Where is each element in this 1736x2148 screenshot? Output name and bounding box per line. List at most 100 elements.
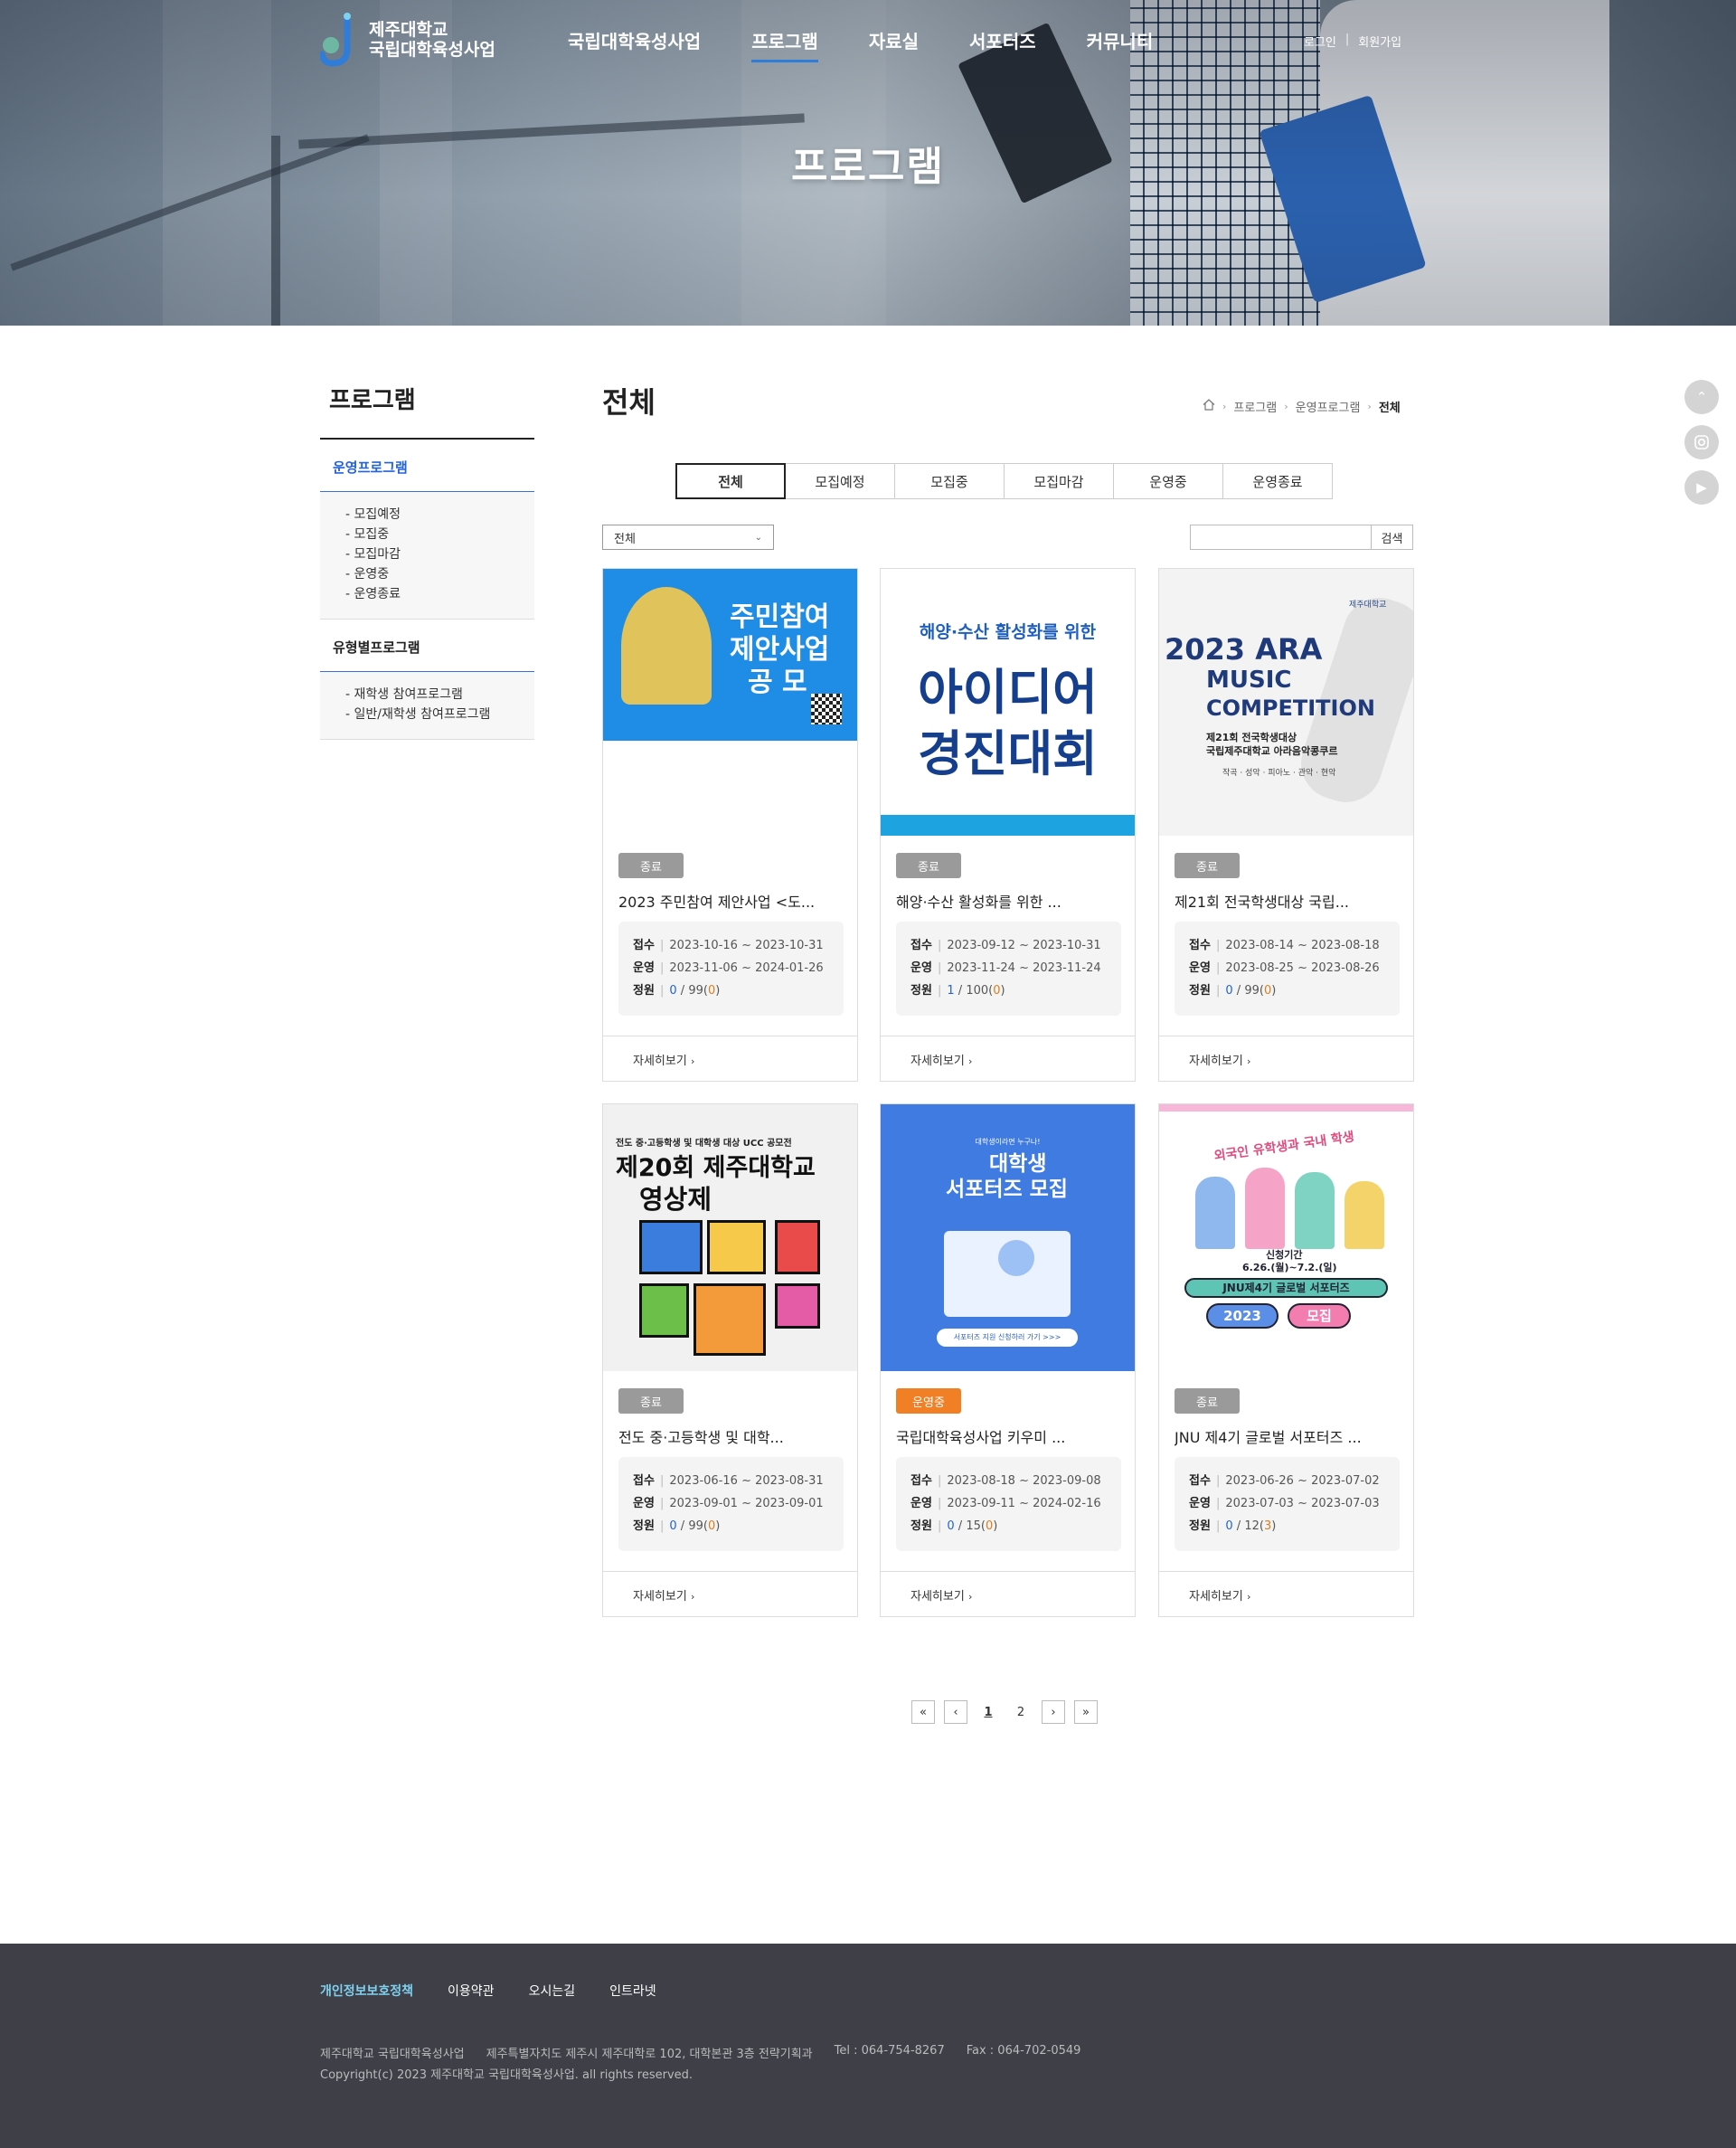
sidebar-subitem-general[interactable]: 일반/재학생 참여프로그램 [345,705,509,724]
quota-current: 0 [1225,984,1233,998]
instagram-icon[interactable] [1684,425,1719,459]
sidebar-nav: 운영프로그램 모집예정 모집중 모집마감 운영중 운영종료 유형별프로그램 재학… [320,438,534,740]
quota-current: 0 [669,1519,677,1533]
program-poster-image[interactable]: 대학생이라면 누구나! 대학생 서포터즈 모집 서포터즈 지원 신청하러 가기 … [881,1104,1135,1371]
sidebar-item-operation-program[interactable]: 운영프로그램 [320,440,534,492]
site-logo[interactable]: 제주대학교 국립대학육성사업 [318,11,495,69]
sidebar-item-type-program[interactable]: 유형별프로그램 [320,620,534,672]
program-title[interactable]: 해양·수산 활성화를 위한 ... [896,890,1122,912]
footer-address: 제주특별자치도 제주시 제주대학로 102, 대학본관 3층 전략기획과 [486,2048,813,2061]
tab-running[interactable]: 운영중 [1113,463,1223,499]
hero-title: 프로그램 [791,144,945,190]
signup-link[interactable]: 회원가입 [1358,33,1401,50]
more-link[interactable]: 자세히보기 › [881,1571,1135,1616]
util-menu: 로그인 | 회원가입 [1304,33,1401,50]
program-card[interactable]: 전도 중·고등학생 및 대학생 대상 UCC 공모전 제20회 제주대학교 영상… [602,1103,858,1617]
pagination-next-button[interactable]: › [1042,1700,1065,1724]
youtube-icon[interactable]: ▶ [1684,470,1719,505]
program-title[interactable]: JNU 제4기 글로벌 서포터즈 ... [1175,1425,1401,1447]
footer-link-privacy[interactable]: 개인정보보호정책 [320,1982,413,2000]
poster-subtitle: 해양·수산 활성화를 위한 [919,622,1097,642]
breadcrumb-item[interactable]: 프로그램 [1233,398,1277,415]
breadcrumb-item[interactable]: 운영프로그램 [1296,398,1361,415]
pagination-first-button[interactable]: « [911,1700,935,1724]
program-poster-image[interactable]: 해양·수산 활성화를 위한 아이디어 경진대회 [881,569,1135,836]
quick-menu: ⌃ ▶ [1684,380,1719,505]
receipt-label: 접수 [1189,1474,1211,1488]
footer-link-terms[interactable]: 이용약관 [448,1982,495,2000]
main-nav: 국립대학육성사업 프로그램 자료실 서포터즈 커뮤니티 [568,27,1153,62]
sidebar-subitem-closed[interactable]: 모집마감 [345,544,509,564]
program-card[interactable]: 대학생이라면 누구나! 대학생 서포터즈 모집 서포터즈 지원 신청하러 가기 … [880,1103,1136,1617]
program-poster-image[interactable]: 전도 중·고등학생 및 대학생 대상 UCC 공모전 제20회 제주대학교 영상… [603,1104,857,1371]
status-badge: 종료 [896,853,961,878]
receipt-label: 접수 [633,1474,655,1488]
tab-all[interactable]: 전체 [675,463,786,499]
sidebar-subitem-recruiting[interactable]: 모집중 [345,525,509,544]
pagination-prev-button[interactable]: ‹ [944,1700,967,1724]
sidebar-subitem-student[interactable]: 재학생 참여프로그램 [345,685,509,705]
program-title[interactable]: 국립대학육성사업 키우미 ... [896,1425,1122,1447]
more-link[interactable]: 자세히보기 › [1159,1036,1413,1081]
pagination-page-1[interactable]: 1 [976,1700,1000,1724]
quota-max: 12 [1244,1519,1260,1533]
chevron-right-icon: › [690,1591,695,1603]
program-title[interactable]: 전도 중·고등학생 및 대학... [618,1425,844,1447]
more-link[interactable]: 자세히보기 › [1159,1571,1413,1616]
receipt-period: 2023-09-12 ~ 2023-10-31 [947,939,1101,952]
more-link[interactable]: 자세히보기 › [603,1036,857,1081]
filter-select[interactable]: 전체 ⌄ [602,525,774,550]
nav-item-project[interactable]: 국립대학육성사업 [568,27,701,62]
login-link[interactable]: 로그인 [1304,33,1336,50]
more-label: 자세히보기 [633,1590,687,1604]
footer-link-directions[interactable]: 오시는길 [529,1982,576,2000]
program-poster-image[interactable]: 주민참여 제안사업 공 모 [603,569,857,836]
chevron-right-icon: › [1222,401,1227,412]
poster-title: 모집 [1288,1303,1351,1329]
quota-max: 99 [688,1519,703,1533]
program-title[interactable]: 제21회 전국학생대상 국립... [1175,890,1401,912]
nav-item-community[interactable]: 커뮤니티 [1087,27,1154,62]
more-link[interactable]: 자세히보기 › [881,1036,1135,1081]
program-card[interactable]: 제주대학교 2023 ARA MUSIC COMPETITION 제21회 전국… [1158,568,1414,1082]
nav-item-supporters[interactable]: 서포터즈 [969,27,1036,62]
scroll-top-icon[interactable]: ⌃ [1684,380,1719,414]
logo-line2: 국립대학육성사업 [369,40,495,60]
nav-item-program[interactable]: 프로그램 [751,27,818,62]
more-label: 자세히보기 [1189,1590,1243,1604]
nav-item-archive[interactable]: 자료실 [869,27,919,62]
search-button[interactable]: 검색 [1372,525,1413,550]
program-card[interactable]: 외국인 유학생과 국내 학생 신청기간 6.26.(월)~7.2.(일) JNU… [1158,1103,1414,1617]
more-label: 자세히보기 [910,1590,965,1604]
quota-max: 15 [966,1519,981,1533]
pagination-page-2[interactable]: 2 [1009,1700,1033,1724]
operate-period: 2023-07-03 ~ 2023-07-03 [1225,1497,1380,1510]
sidebar-subitem-running[interactable]: 운영중 [345,564,509,584]
hero-banner: 제주대학교 국립대학육성사업 국립대학육성사업 프로그램 자료실 서포터즈 커뮤… [0,0,1736,326]
poster-title: JNU제4기 글로벌 서포터즈 [1184,1278,1388,1298]
tab-closed[interactable]: 모집마감 [1004,463,1114,499]
program-card[interactable]: 주민참여 제안사업 공 모 종료 2023 주민참여 제안사업 <도... 접수… [602,568,858,1082]
program-poster-image[interactable]: 제주대학교 2023 ARA MUSIC COMPETITION 제21회 전국… [1159,569,1413,836]
poster-subtitle: 국립제주대학교 아라음악콩쿠르 [1206,745,1338,757]
status-badge: 종료 [618,1388,684,1414]
page-title: 전체 [602,385,656,420]
quota-max: 100 [966,984,989,998]
program-card[interactable]: 해양·수산 활성화를 위한 아이디어 경진대회 종료 해양·수산 활성화를 위한… [880,568,1136,1082]
program-title[interactable]: 2023 주민참여 제안사업 <도... [618,890,844,912]
tab-recruiting[interactable]: 모집중 [894,463,1005,499]
more-label: 자세히보기 [1189,1055,1243,1068]
search-input[interactable] [1190,525,1372,550]
chevron-right-icon: › [1284,401,1288,412]
tab-upcoming[interactable]: 모집예정 [785,463,895,499]
poster-subtitle: 제21회 전국학생대상 [1206,732,1297,743]
sidebar-subitem-ended[interactable]: 운영종료 [345,584,509,604]
footer-link-intranet[interactable]: 인트라넷 [609,1982,656,2000]
program-poster-image[interactable]: 외국인 유학생과 국내 학생 신청기간 6.26.(월)~7.2.(일) JNU… [1159,1104,1413,1371]
more-link[interactable]: 자세히보기 › [603,1571,857,1616]
pagination-last-button[interactable]: » [1074,1700,1098,1724]
sidebar-subitem-upcoming[interactable]: 모집예정 [345,505,509,525]
home-icon[interactable] [1203,399,1215,414]
tab-ended[interactable]: 운영종료 [1222,463,1333,499]
search-bar: 검색 [1190,525,1413,550]
